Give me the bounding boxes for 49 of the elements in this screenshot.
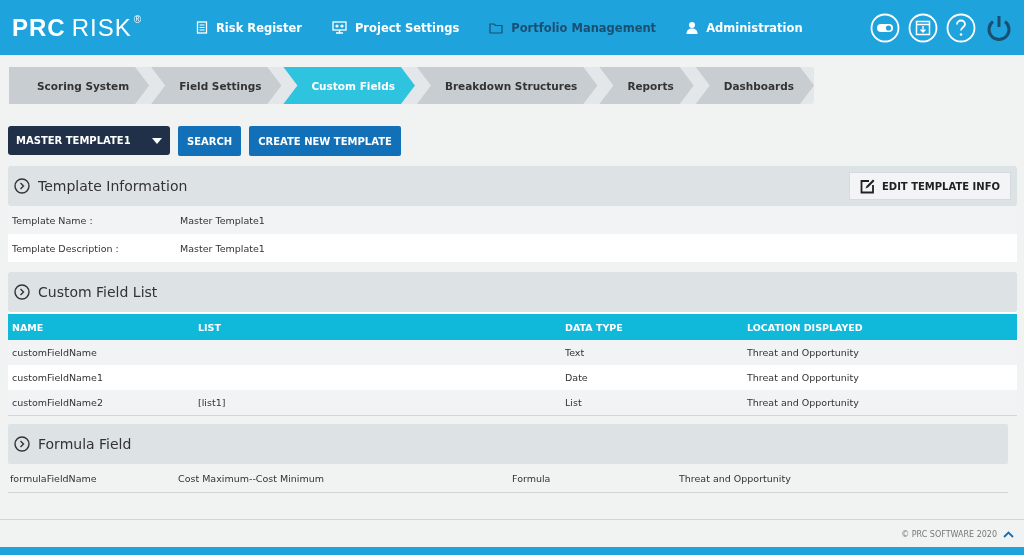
panel-title: Template Information [38,178,189,194]
field-label: Template Description : [12,242,120,254]
logo: PRC RISK$^{®}$ [12,13,143,42]
table-cell-text: Threat and Opportunity [747,372,860,383]
step-tab[interactable]: Reports [599,67,694,104]
step-tab[interactable]: Scoring System [9,67,150,104]
scroll-top-icon[interactable] [1003,530,1014,538]
toggle-icon[interactable] [870,12,900,43]
table-cell-text: customFieldName1 [12,372,104,383]
table-cell-text: customFieldName [12,347,98,358]
table-cell-text: Formula [512,472,552,484]
action-button[interactable]: CREATE NEW TEMPLATE [249,126,401,156]
table-cell-text: [list1] [198,397,227,408]
field-value: Master Template1 [180,214,266,226]
column-header: LOCATION DISPLAYED [747,321,864,333]
folder-icon [489,21,504,34]
expand-icon[interactable] [14,436,30,452]
edit-icon [860,178,876,194]
copyright-text: © PRC SOFTWARE 2020 [901,529,997,539]
table-cell-text: formulaFieldName [10,472,98,484]
table-cell-text: Threat and Opportunity [679,472,792,484]
table-cell-text: Date [565,372,589,383]
column-header: DATA TYPE [565,321,624,333]
table-cell-text: Threat and Opportunity [747,397,860,408]
table-cell-text: Threat and Opportunity [747,347,860,358]
column-header: LIST [198,321,222,333]
column-header: NAME [12,321,45,333]
caret-icon [152,137,162,144]
table-cell-text: Cost Maximum--Cost Minimum [178,472,325,484]
user-icon [686,21,699,34]
table-cell-text: List [565,397,583,408]
download-icon[interactable] [908,12,938,43]
panel-title: Formula Field [38,436,133,452]
field-label: Template Name : [12,214,94,226]
step-tab[interactable]: Field Settings [151,67,282,104]
expand-icon[interactable] [14,284,30,300]
monitor-icon [331,21,347,34]
field-value: Master Template1 [180,242,266,254]
action-button[interactable]: SEARCH [178,126,242,156]
template-dropdown[interactable]: MASTER TEMPLATE1 [8,126,170,155]
step-tab[interactable]: Breakdown Structures [416,67,598,104]
panel-title: Custom Field List [38,284,159,300]
expand-icon[interactable] [14,178,30,194]
edit-button[interactable]: EDIT TEMPLATE INFO [849,172,1011,200]
help-icon[interactable] [946,12,976,43]
step-tab[interactable]: Dashboards [695,67,815,104]
table-cell-text: customFieldName2 [12,397,104,408]
table-cell-text: Text [565,347,586,358]
document-icon [196,21,208,34]
